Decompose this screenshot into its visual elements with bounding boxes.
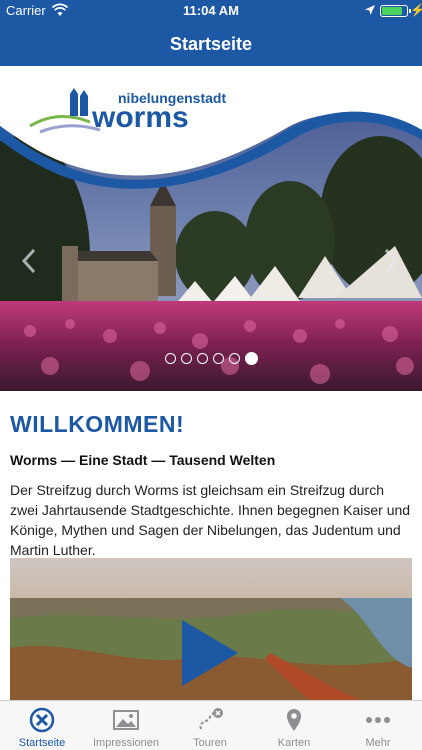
slider-dot[interactable] [213,353,224,364]
tab-label: Mehr [365,737,391,749]
home-badge-icon [29,707,55,733]
slider-dot[interactable] [245,352,258,365]
welcome-section: WILLKOMMEN! Worms — Eine Stadt — Tausend… [10,391,412,560]
app-header: Carrier 11:04 AM ⚡ Startseite [0,0,422,66]
status-bar: Carrier 11:04 AM ⚡ [0,0,422,22]
tab-mehr[interactable]: Mehr [336,701,420,750]
slider-prev-arrow[interactable] [18,246,40,276]
image-icon [113,710,139,730]
welcome-heading: WILLKOMMEN! [10,411,185,437]
tab-karten[interactable]: Karten [252,701,336,750]
intro-video[interactable] [10,558,412,700]
battery-icon [380,5,411,17]
charging-icon: ⚡ [410,3,422,17]
slider-next-arrow[interactable] [380,246,402,276]
clock: 11:04 AM [183,3,239,18]
video-thumbnail [10,558,412,700]
slider-dot[interactable] [229,353,240,364]
slider-page-indicator[interactable] [165,352,258,367]
slider-dot[interactable] [197,353,208,364]
tab-label: Karten [277,737,311,749]
tab-label: Impressionen [92,737,160,749]
tab-startseite[interactable]: Startseite [0,701,84,750]
more-icon [366,717,390,723]
tab-label: Touren [193,737,227,749]
location-arrow-icon [365,5,375,15]
logo-line2: worms [92,101,189,134]
welcome-body: Der Streifzug durch Worms ist gleichsam … [10,482,411,558]
map-pin-icon [287,709,301,731]
route-icon [199,708,223,730]
tab-label: Startseite [18,737,66,749]
logo-text: nibelungenstadt worms [92,90,226,134]
welcome-subtitle: Worms — Eine Stadt — Tausend Welten [10,452,276,468]
page-title: Startseite [169,34,253,54]
tab-bar: Startseite Impressionen Touren Karten Me… [0,700,422,750]
tab-impressionen[interactable]: Impressionen [84,701,168,750]
slider-dot[interactable] [165,353,176,364]
slider-dot[interactable] [181,353,192,364]
tab-touren[interactable]: Touren [168,701,252,750]
